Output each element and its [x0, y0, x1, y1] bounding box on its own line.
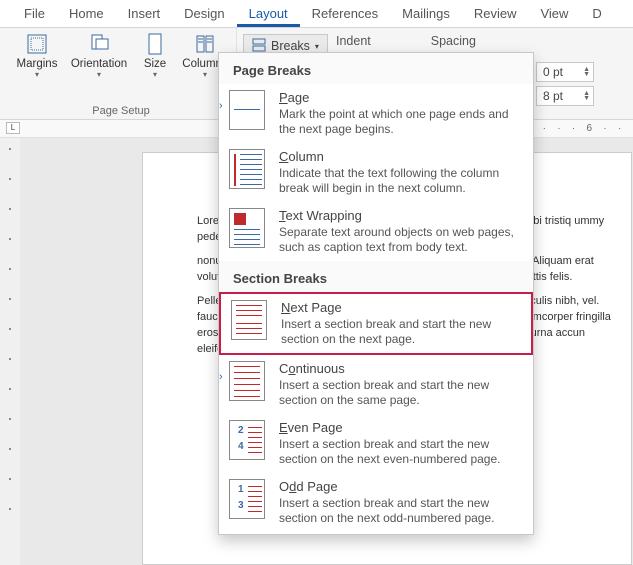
break-next-page[interactable]: Next Page Insert a section break and sta… [219, 292, 533, 355]
break-column[interactable]: Column Indicate that the text following … [219, 143, 533, 202]
group-page-setup: Margins ▾ Orientation ▾ Size ▾ Columns ▾… [0, 28, 237, 119]
break-desc: Mark the point at which one page ends an… [279, 107, 521, 137]
spacing-before-input[interactable]: 0 pt ▲▼ [536, 62, 594, 82]
break-continuous[interactable]: Continuous Insert a section break and st… [219, 355, 533, 414]
break-title: Text Wrapping [279, 208, 521, 223]
size-icon [143, 32, 167, 56]
tab-mailings[interactable]: Mailings [390, 4, 462, 27]
chevron-down-icon: ▾ [97, 70, 101, 79]
orientation-button[interactable]: Orientation ▾ [70, 32, 128, 79]
chevron-down-icon: ▾ [153, 70, 157, 79]
break-title: Continuous [279, 361, 521, 376]
break-desc: Insert a section break and start the new… [279, 437, 521, 467]
even-page-icon: 2 4 [229, 420, 265, 460]
spinner-arrows-icon[interactable]: ▲▼ [583, 91, 590, 101]
spacing-before-value: 0 pt [543, 65, 563, 79]
next-page-icon [231, 300, 267, 340]
spacing-label: Spacing [431, 34, 476, 48]
break-page[interactable]: Page Mark the point at which one page en… [219, 84, 533, 143]
break-desc: Insert a section break and start the new… [279, 496, 521, 526]
break-title: Odd Page [279, 479, 521, 494]
column-break-icon [229, 149, 265, 189]
section-breaks-heading: Section Breaks [219, 261, 533, 292]
margins-button[interactable]: Margins ▾ [14, 32, 60, 79]
margins-icon [25, 32, 49, 56]
page-break-icon [229, 90, 265, 130]
tab-view[interactable]: View [528, 4, 580, 27]
tab-references[interactable]: References [300, 4, 390, 27]
size-button[interactable]: Size ▾ [138, 32, 172, 79]
break-desc: Indicate that the text following the col… [279, 166, 521, 196]
tab-insert[interactable]: Insert [116, 4, 173, 27]
page-breaks-heading: Page Breaks [219, 53, 533, 84]
tab-file[interactable]: File [12, 4, 57, 27]
vertical-ruler[interactable] [0, 138, 20, 565]
spacing-after-value: 8 pt [543, 89, 563, 103]
breaks-label: Breaks [271, 39, 310, 53]
breaks-dropdown: Page Breaks Page Mark the point at which… [218, 52, 534, 535]
break-title: Even Page [279, 420, 521, 435]
group-label-page-setup: Page Setup [92, 105, 150, 119]
spinner-arrows-icon[interactable]: ▲▼ [583, 67, 590, 77]
odd-page-icon: 1 3 [229, 479, 265, 519]
orientation-icon [87, 32, 111, 56]
size-label: Size [144, 58, 166, 70]
break-desc: Insert a section break and start the new… [279, 378, 521, 408]
break-desc: Separate text around objects on web page… [279, 225, 521, 255]
break-text-wrapping[interactable]: Text Wrapping Separate text around objec… [219, 202, 533, 261]
chevron-down-icon: ▾ [203, 70, 207, 79]
break-title: Page [279, 90, 521, 105]
tab-layout[interactable]: Layout [237, 4, 300, 27]
columns-icon [193, 32, 217, 56]
chevron-down-icon: ▾ [35, 70, 39, 79]
orientation-label: Orientation [71, 58, 127, 70]
tab-design[interactable]: Design [172, 4, 236, 27]
indent-label: Indent [336, 34, 371, 48]
spacing-after-input[interactable]: 8 pt ▲▼ [536, 86, 594, 106]
tab-review[interactable]: Review [462, 4, 529, 27]
chevron-down-icon: ▾ [315, 42, 319, 51]
text-wrap-icon [229, 208, 265, 248]
break-even-page[interactable]: 2 4 Even Page Insert a section break and… [219, 414, 533, 473]
ruler-marks: ···6·· [537, 123, 627, 134]
break-odd-page[interactable]: 1 3 Odd Page Insert a section break and … [219, 473, 533, 532]
break-title: Column [279, 149, 521, 164]
break-desc: Insert a section break and start the new… [281, 317, 519, 347]
ribbon-tabs: File Home Insert Design Layout Reference… [0, 0, 633, 28]
continuous-icon [229, 361, 265, 401]
tab-stop-indicator[interactable]: L [6, 122, 20, 134]
tab-more[interactable]: D [580, 4, 613, 27]
indent-spacing-headers: Indent Spacing [336, 34, 476, 48]
break-title: Next Page [281, 300, 519, 315]
tab-home[interactable]: Home [57, 4, 116, 27]
margins-label: Margins [17, 58, 58, 70]
